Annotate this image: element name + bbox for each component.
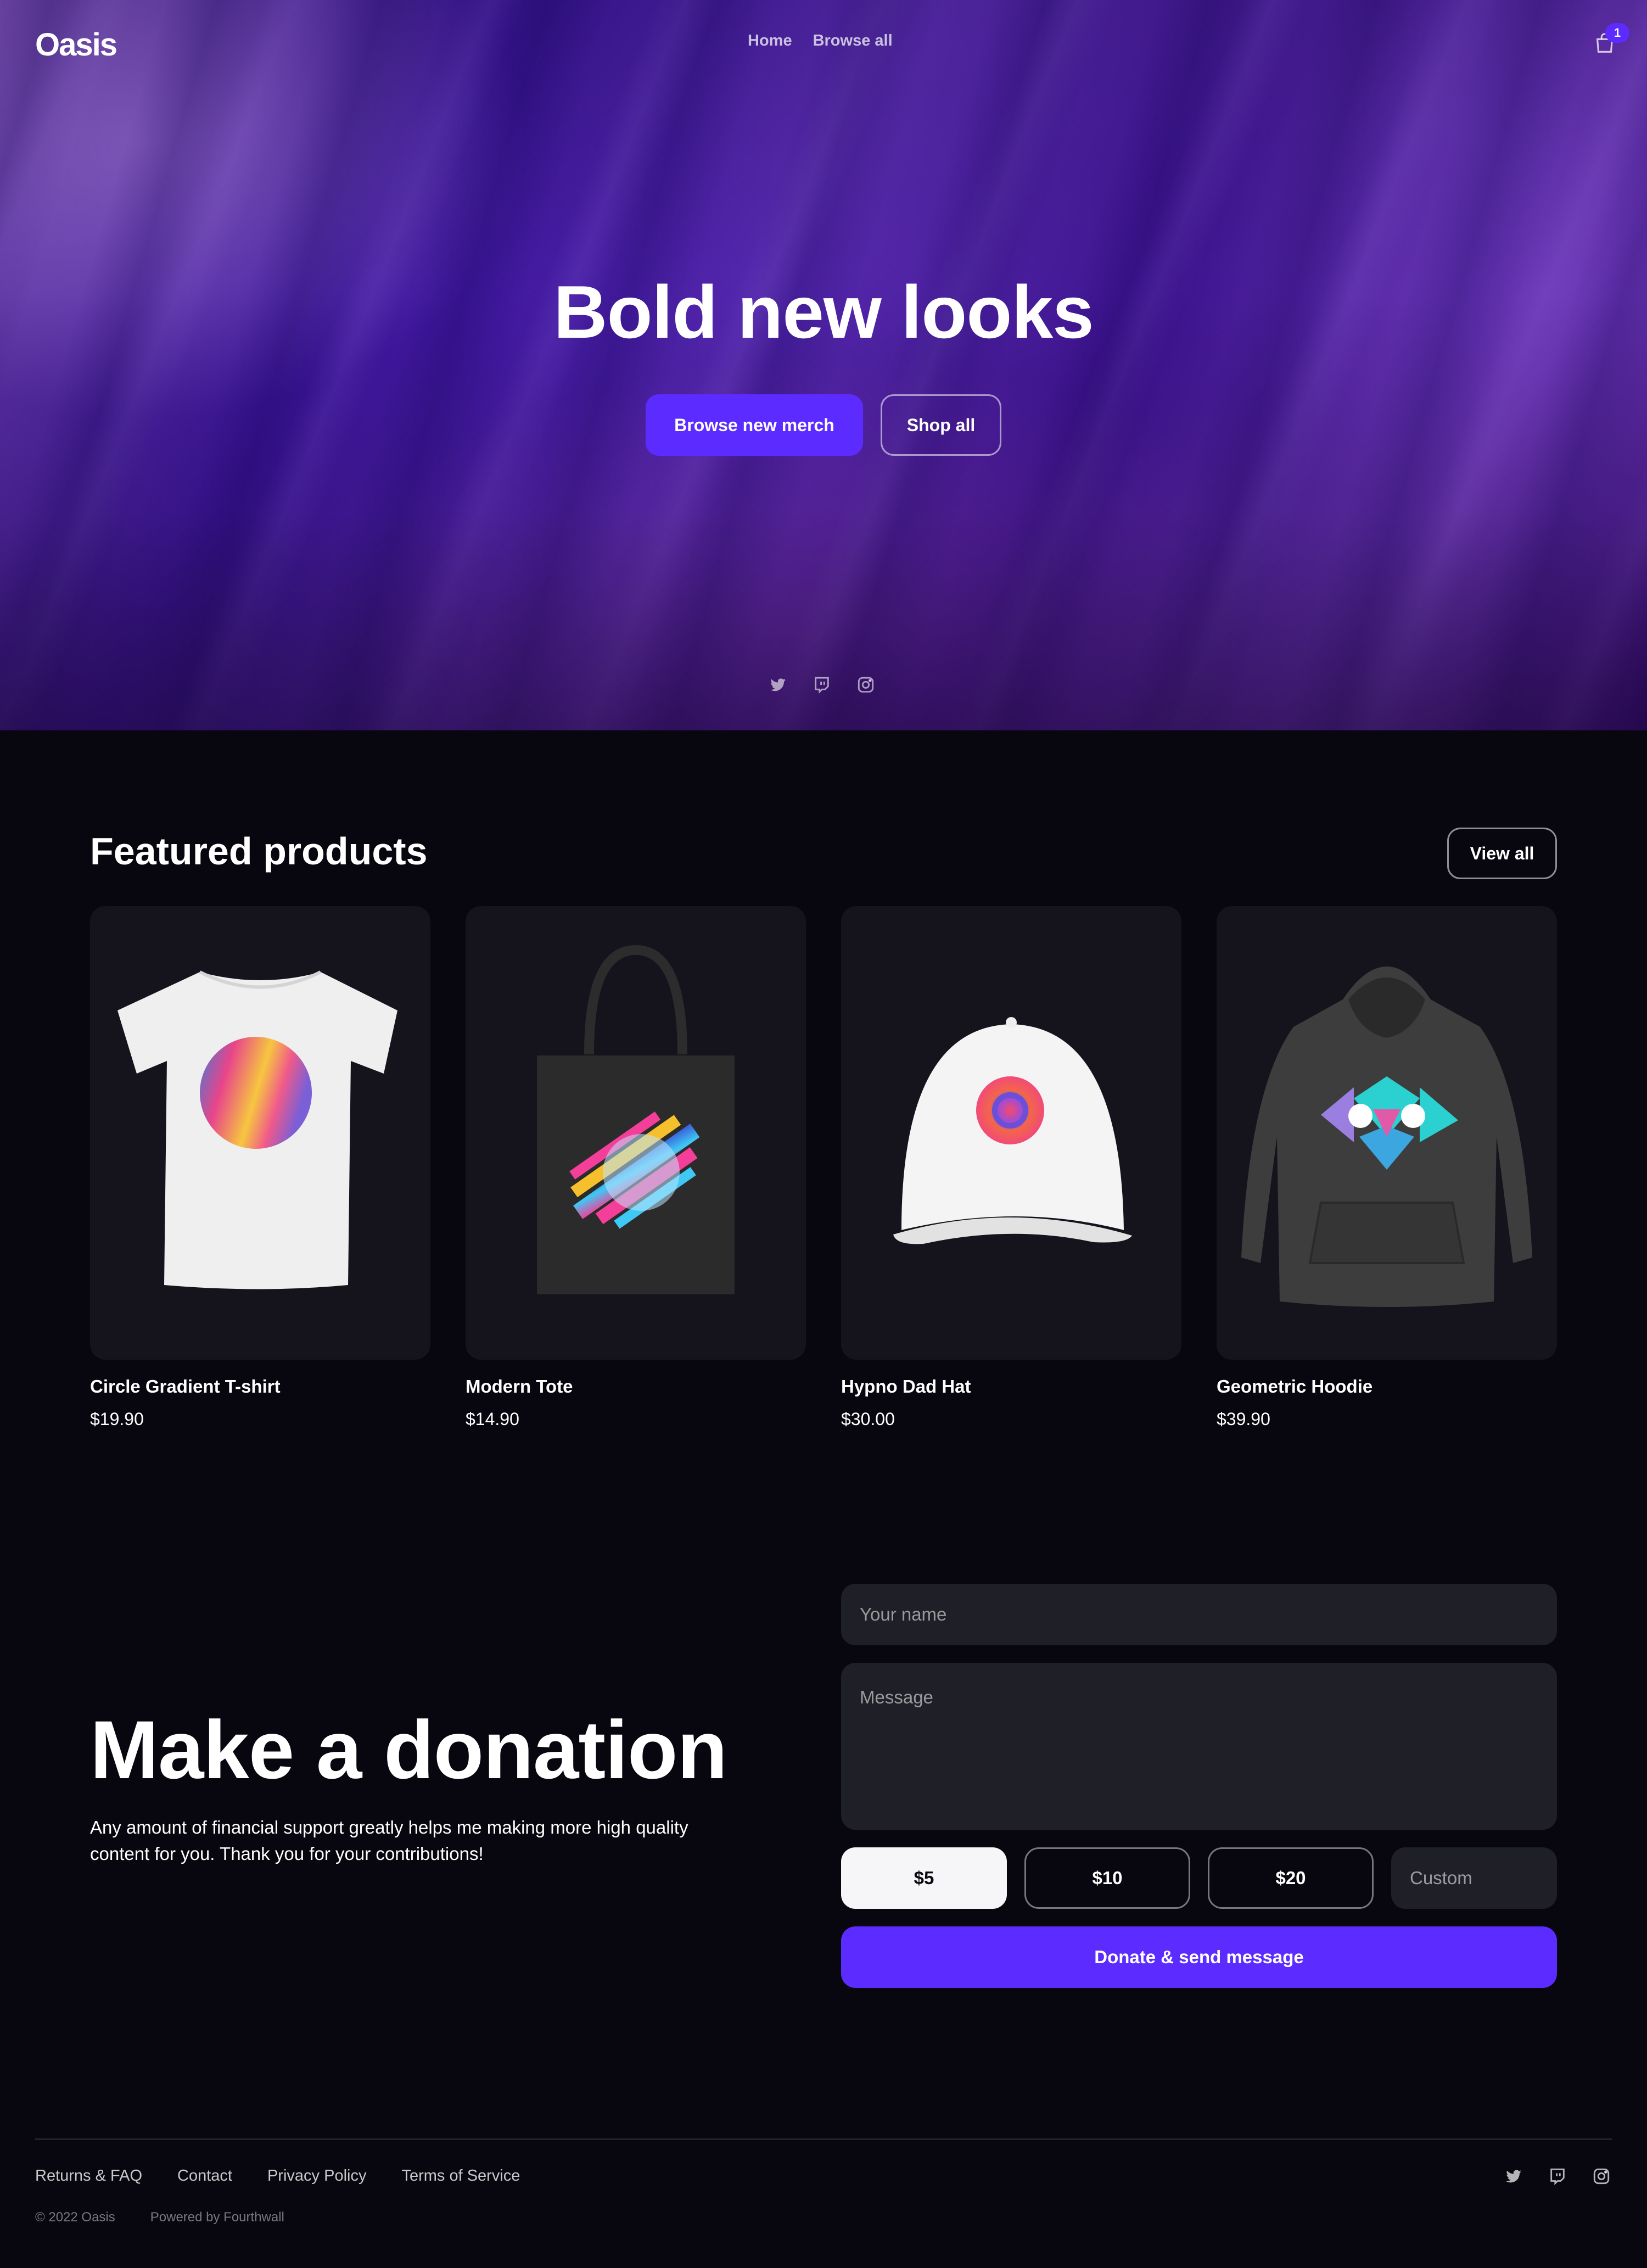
footer-links: Returns & FAQ Contact Privacy Policy Ter… [35,2167,520,2185]
instagram-icon[interactable] [1592,2167,1611,2186]
message-textarea[interactable]: Message [841,1663,1557,1830]
donation-title: Make a donation [90,1703,727,1796]
instagram-icon[interactable] [856,675,875,694]
twitter-icon[interactable] [769,675,787,694]
footer-divider [35,2138,1612,2140]
hoodie-image [1241,967,1532,1307]
hero-banner: Oasis Home Browse all 1 Bold new looks B… [0,0,1647,730]
product-card-tshirt[interactable] [90,906,430,1360]
product-name[interactable]: Circle Gradient T-shirt [90,1376,281,1397]
dad-hat-image [893,1017,1132,1244]
footer-link-returns-faq[interactable]: Returns & FAQ [35,2167,142,2185]
product-card-hoodie[interactable] [1217,906,1557,1360]
donate-send-message-button[interactable]: Donate & send message [841,1926,1557,1988]
browse-new-merch-button[interactable]: Browse new merch [646,394,863,456]
product-name[interactable]: Hypno Dad Hat [841,1376,971,1397]
footer-link-contact[interactable]: Contact [177,2167,232,2185]
copyright-text: © 2022 Oasis [35,2210,115,2225]
twitch-icon[interactable] [1548,2167,1567,2186]
custom-amount-input[interactable]: Custom [1391,1847,1557,1909]
logo-text: Oasis [35,26,117,63]
product-name[interactable]: Modern Tote [466,1376,573,1397]
product-card-tote[interactable] [466,906,806,1360]
powered-by-link[interactable]: Powered by Fourthwall [150,2210,284,2225]
product-name[interactable]: Geometric Hoodie [1217,1376,1372,1397]
cart-count-badge: 1 [1605,23,1629,43]
amount-10-button[interactable]: $10 [1024,1847,1190,1909]
twitter-icon[interactable] [1504,2167,1523,2186]
tote-bag-image [537,945,735,1294]
product-price: $19.90 [90,1409,144,1429]
hero-social-links [769,675,875,694]
main-nav: Home Browse all [748,32,893,50]
nav-home-link[interactable]: Home [748,32,792,50]
product-card-hat[interactable] [841,906,1181,1360]
view-all-button[interactable]: View all [1447,828,1557,879]
footer-meta: © 2022 Oasis Powered by Fourthwall [35,2210,284,2225]
nav-browse-all-link[interactable]: Browse all [813,32,893,50]
product-price: $30.00 [841,1409,895,1429]
twitch-icon[interactable] [813,675,831,694]
shop-all-button[interactable]: Shop all [881,394,1001,456]
name-input[interactable]: Your name [841,1584,1557,1645]
donation-description: Any amount of financial support greatly … [90,1817,688,1864]
page: Oasis Home Browse all 1 Bold new looks B… [0,0,1647,2268]
tshirt-image [117,970,397,1289]
hero-title: Bold new looks [553,270,1094,354]
footer-link-privacy-policy[interactable]: Privacy Policy [267,2167,367,2185]
featured-products-title: Featured products [90,830,428,873]
footer-social-links [1504,2167,1611,2186]
amount-5-button[interactable]: $5 [841,1847,1007,1909]
product-price: $14.90 [466,1409,519,1429]
amount-20-button[interactable]: $20 [1208,1847,1374,1909]
product-price: $39.90 [1217,1409,1270,1429]
logo[interactable]: Oasis [35,26,117,63]
footer-link-terms-of-service[interactable]: Terms of Service [401,2167,520,2185]
